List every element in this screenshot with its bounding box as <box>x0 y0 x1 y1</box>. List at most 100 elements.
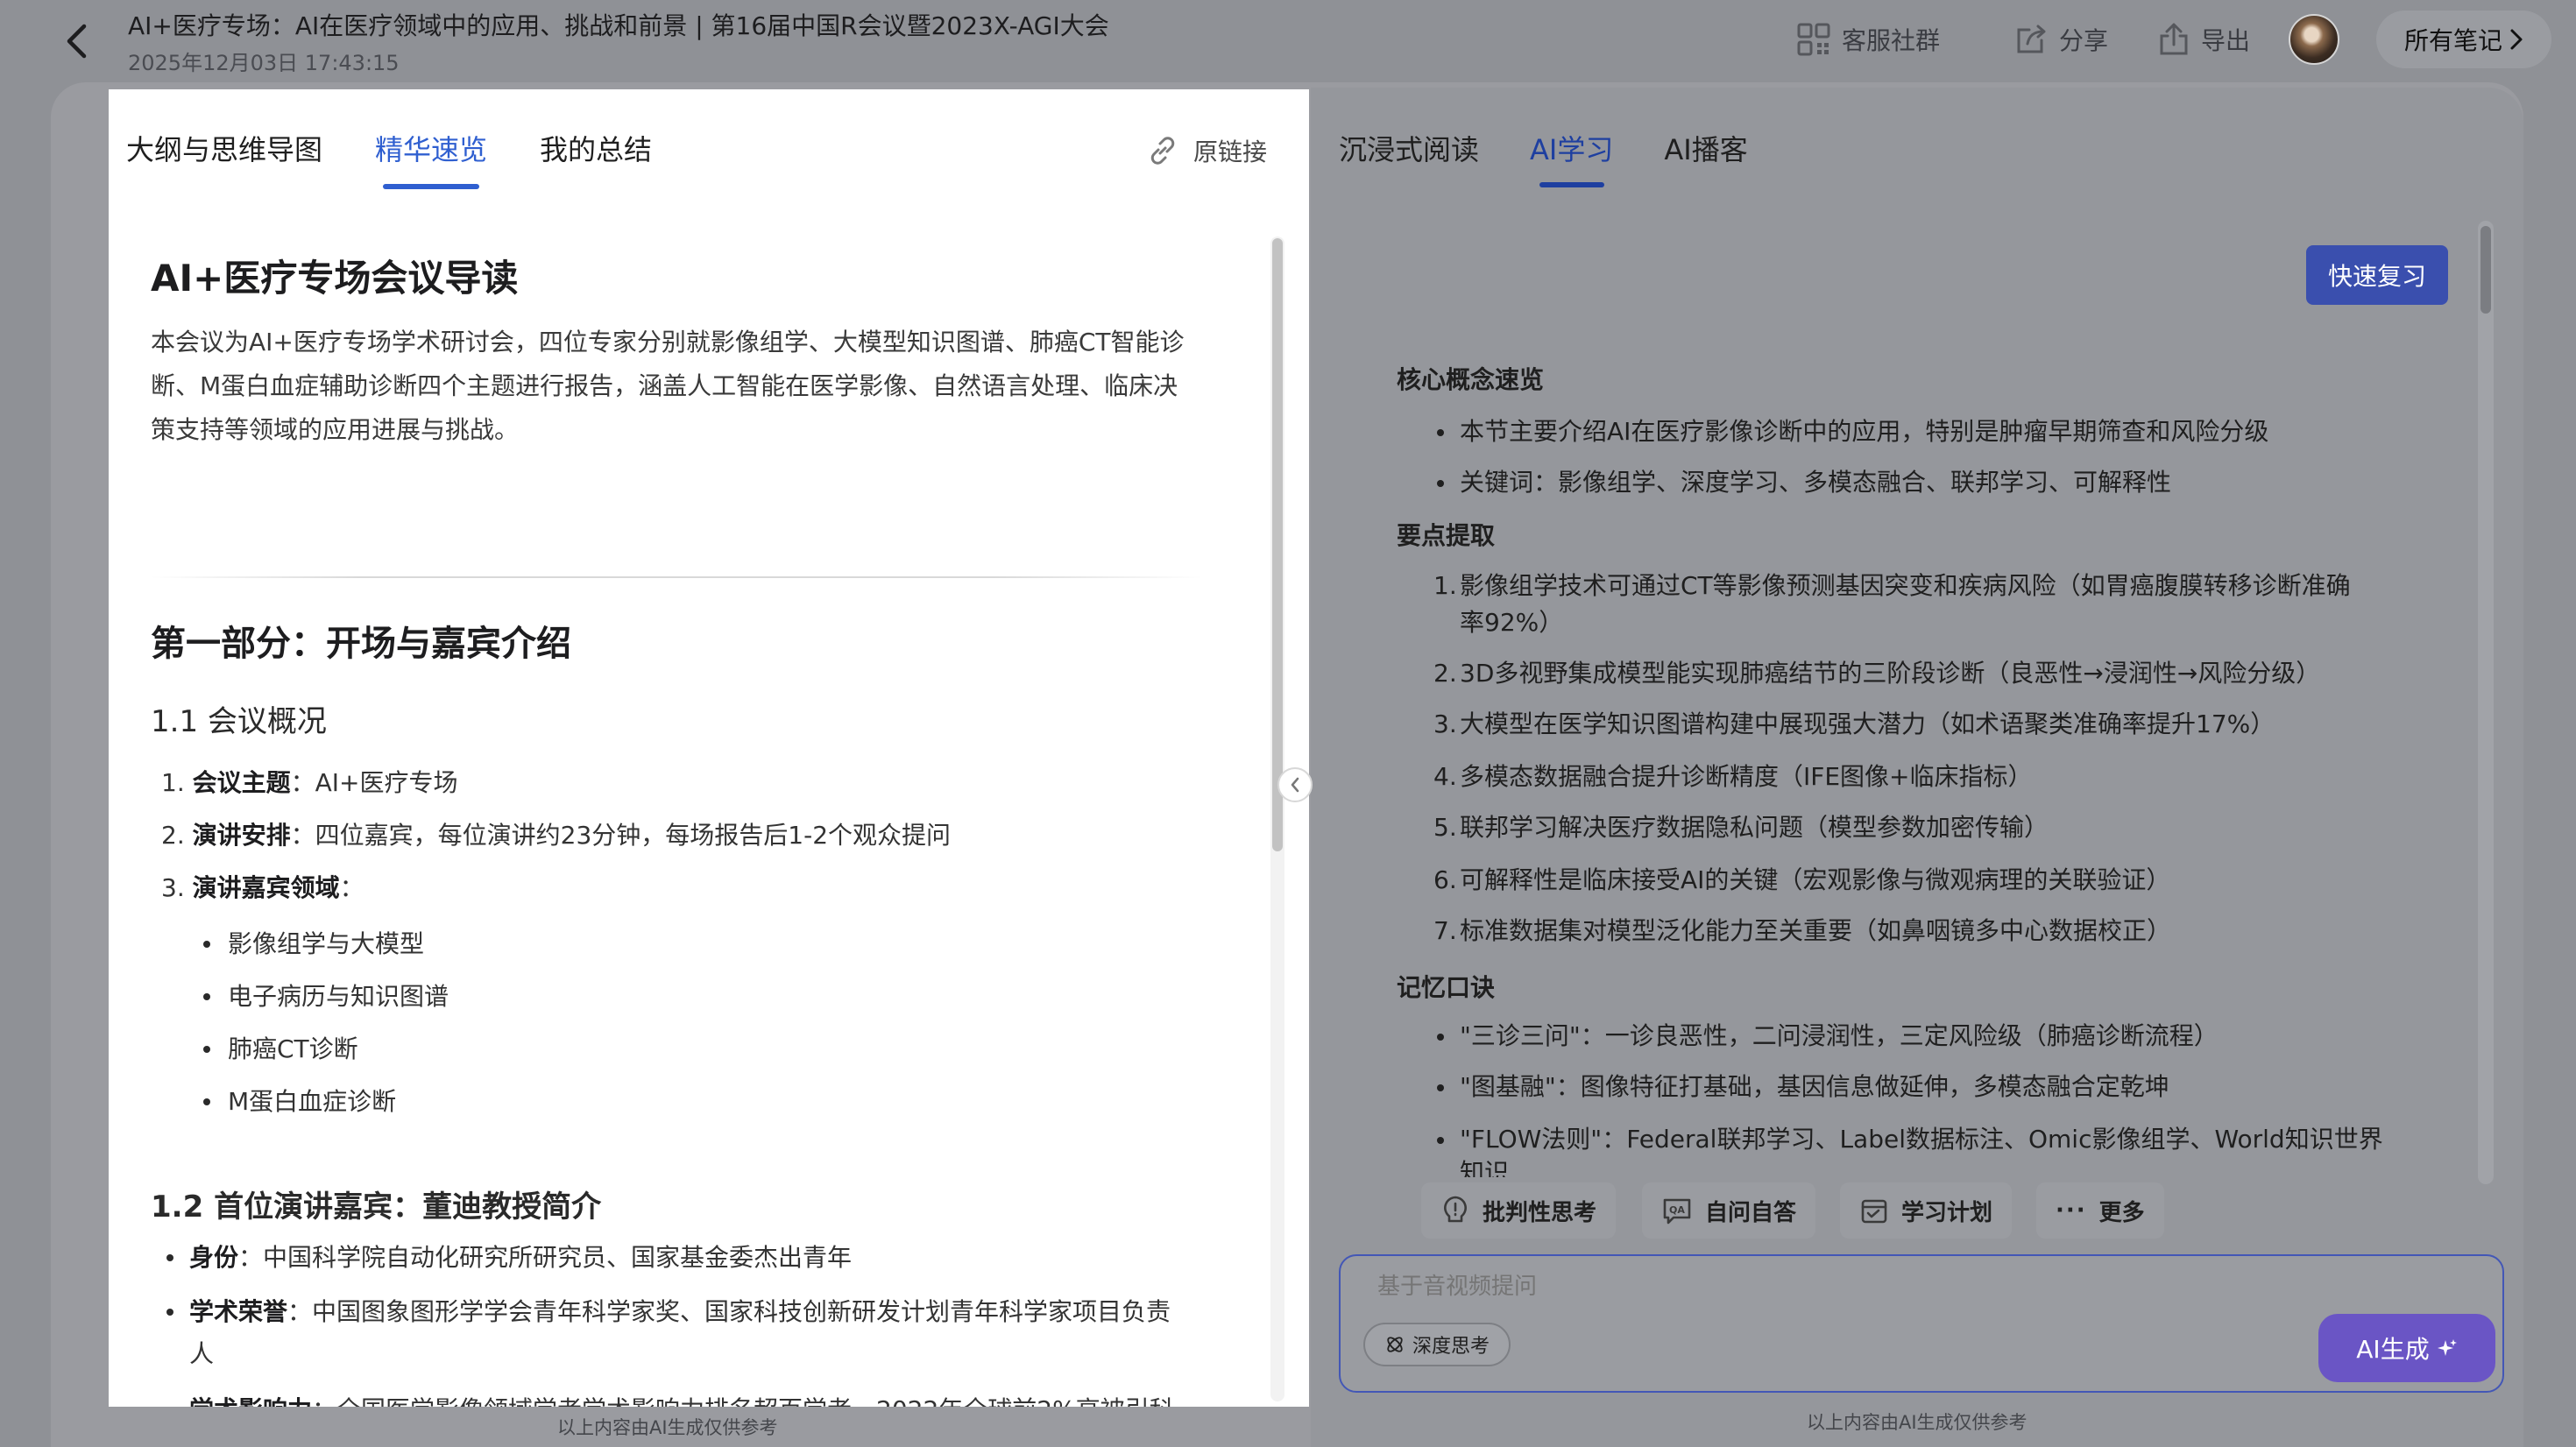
original-link[interactable]: 原链接 <box>1146 133 1267 168</box>
calendar-icon <box>1861 1199 1887 1224</box>
chip-label: 学习计划 <box>1901 1199 1993 1226</box>
export-button[interactable]: 导出 <box>2157 19 2250 60</box>
bullet-dot <box>1437 1084 1444 1091</box>
more-icon: ··· <box>2056 1197 2087 1224</box>
section-divider <box>151 576 1202 578</box>
all-notes-button[interactable]: 所有笔记 <box>2376 11 2551 68</box>
tab-outline-mindmap[interactable]: 大纲与思维导图 <box>126 128 322 168</box>
more-chip[interactable]: ··· 更多 <box>2036 1182 2164 1239</box>
summary-scrollbar-thumb[interactable] <box>1272 238 1283 851</box>
ai-panel-scrollbar-thumb[interactable] <box>2480 226 2491 314</box>
left-footer-note: 以上内容由AI生成仅供参考 <box>557 1417 778 1438</box>
section-heading: 要点提取 <box>1397 521 1496 550</box>
question-input[interactable] <box>1377 1274 2166 1300</box>
quick-review-button[interactable]: 快速复习 <box>2306 245 2448 305</box>
intro-line: 本会议为AI+医疗专场学术研讨会，四位专家分别就影像组学、大模型知识图谱、肺癌C… <box>151 328 1185 356</box>
list-item: 电子病历与知识图谱 <box>228 982 449 1011</box>
bullet-dot <box>203 941 210 948</box>
list-item: 肺癌CT诊断 <box>228 1034 358 1063</box>
bullet-dot <box>1437 480 1444 487</box>
list-item: 1. 会议主题：AI+医疗专场 <box>161 768 458 797</box>
list-item: 1. 影像组学技术可通过CT等影像预测基因突变和疾病风险（如胃癌腹膜转移诊断准确 <box>1433 571 2351 600</box>
back-button[interactable] <box>54 19 98 63</box>
chevron-left-icon <box>67 24 87 59</box>
share-button[interactable]: 分享 <box>2015 19 2108 60</box>
list-item: M蛋白血症诊断 <box>228 1087 397 1116</box>
tab-highlights[interactable]: 精华速览 <box>375 128 487 168</box>
part-heading: 第一部分：开场与嘉宾介绍 <box>151 624 571 664</box>
bullet-dot <box>203 1098 210 1105</box>
upload-icon <box>2160 23 2188 55</box>
ai-generate-button[interactable]: AI生成 <box>2318 1314 2495 1382</box>
link-icon <box>1150 137 1175 165</box>
export-label: 导出 <box>2201 26 2251 55</box>
list-item: 学术荣誉：中国图象图形学学会青年科学家奖、国家科技创新研发计划青年科学家项目负责 <box>189 1297 1171 1326</box>
atom-icon <box>1387 1337 1403 1352</box>
list-item-continued: 知识 <box>1460 1158 1510 1177</box>
tab-ai-podcast[interactable]: AI播客 <box>1664 128 1747 168</box>
bullet-dot <box>203 1046 210 1053</box>
bullet-dot <box>1437 429 1444 436</box>
ai-tabs: 沉浸式阅读 AI学习 AI播客 <box>1339 128 1748 168</box>
summary-panel: 大纲与思维导图 精华速览 我的总结 原链接 AI+医疗专场会议导读 本会议为AI… <box>109 89 1309 1407</box>
list-item: 关键词：影像组学、深度学习、多模态融合、联邦学习、可解释性 <box>1460 468 2172 497</box>
list-item: "图基融"：图像特征打基础，基因信息做延伸，多模态融合定乾坤 <box>1460 1072 2169 1101</box>
self-qa-chip[interactable]: QA 自问自答 <box>1642 1182 1816 1239</box>
chip-label: 批判性思考 <box>1483 1199 1597 1226</box>
list-item: 7. 标准数据集对模型泛化能力至关重要（如鼻咽镜多中心数据校正） <box>1433 916 2172 945</box>
summary-tabs: 大纲与思维导图 精华速览 我的总结 <box>126 128 652 168</box>
list-item: 5. 联邦学习解决医疗数据隐私问题（模型参数加密传输） <box>1433 813 2049 842</box>
critical-thinking-chip[interactable]: 批判性思考 <box>1421 1182 1617 1239</box>
chevron-right-icon <box>2510 29 2523 50</box>
share-label: 分享 <box>2059 26 2109 55</box>
list-item: 4. 多模态数据融合提升诊断精度（IFE图像+临床指标） <box>1433 762 2033 791</box>
sparkle-icon <box>2437 1339 2457 1356</box>
top-bar: AI+医疗专场：AI在医疗领域中的应用、挑战和前景 | 第16届中国R会议暨20… <box>0 0 2576 84</box>
chevron-left-icon <box>1291 777 1299 793</box>
section-heading: 1.2 首位演讲嘉宾：董迪教授简介 <box>151 1189 602 1225</box>
svg-text:QA: QA <box>1669 1204 1685 1216</box>
list-item: 本节主要介绍AI在医疗影像诊断中的应用，特别是肿瘤早期筛查和风险分级 <box>1460 417 2269 446</box>
ai-generate-label: AI生成 <box>2356 1335 2430 1364</box>
intro-line: 策支持等领域的应用进展与挑战。 <box>151 415 520 444</box>
bullet-dot <box>166 1309 173 1316</box>
section-heading: 1.1 会议概况 <box>151 704 327 739</box>
question-input-box: 深度思考 AI生成 <box>1339 1254 2504 1393</box>
qa-bubble-icon: QA <box>1663 1198 1691 1225</box>
doc-intro: 本会议为AI+医疗专场学术研讨会，四位专家分别就影像组学、大模型知识图谱、肺癌C… <box>151 321 1237 452</box>
section-heading: 记忆口诀 <box>1397 973 1496 1002</box>
list-item: 2. 演讲安排：四位嘉宾，每位演讲约23分钟，每场报告后1-2个观众提问 <box>161 821 952 850</box>
deep-think-toggle[interactable]: 深度思考 <box>1363 1323 1511 1366</box>
study-plan-chip[interactable]: 学习计划 <box>1840 1182 2013 1239</box>
list-item: 学术影响力：全国医学影像领域学者学术影响力排名超百学者，2022年全球前2%高被… <box>189 1391 1174 1407</box>
bullet-dot <box>1437 1137 1444 1144</box>
community-button[interactable]: 客服社群 <box>1796 19 1940 60</box>
list-item: 影像组学与大模型 <box>228 929 425 958</box>
list-item: 2. 3D多视野集成模型能实现肺癌结节的三阶段诊断（良恶性→浸润性→风险分级） <box>1433 659 2321 688</box>
list-item: 3. 演讲嘉宾领域： <box>161 873 364 902</box>
bullet-dot <box>166 1254 173 1261</box>
section-heading: 核心概念速览 <box>1397 365 1545 394</box>
bullet-dot <box>203 993 210 1000</box>
all-notes-label: 所有笔记 <box>2403 26 2502 55</box>
collapse-panel-button[interactable] <box>1277 767 1313 802</box>
list-item: 6. 可解释性是临床接受AI的关键（宏观影像与微观病理的关联验证） <box>1433 865 2171 894</box>
list-item: "FLOW法则"：Federal联邦学习、Label数据标注、Omic影像组学、… <box>1460 1125 2383 1154</box>
ai-panel-scrollbar[interactable] <box>2478 221 2494 1184</box>
chip-label: 更多 <box>2098 1199 2145 1226</box>
tab-my-summary[interactable]: 我的总结 <box>540 128 652 168</box>
qr-grid-icon <box>1797 23 1830 56</box>
community-label: 客服社群 <box>1842 26 1941 55</box>
tab-immersive-reading[interactable]: 沉浸式阅读 <box>1339 128 1479 168</box>
right-footer-note: 以上内容由AI生成仅供参考 <box>1807 1412 2028 1433</box>
chip-label: 自问自答 <box>1705 1199 1797 1226</box>
list-item-continued: 人 <box>189 1339 215 1368</box>
list-item: 3. 大模型在医学知识图谱构建中展现强大潜力（如术语聚类准确率提升17%） <box>1433 709 2275 738</box>
document-timestamp: 2025年12月03日 17:43:15 <box>128 51 400 75</box>
tab-ai-learning[interactable]: AI学习 <box>1530 128 1613 168</box>
original-link-label: 原链接 <box>1192 138 1267 166</box>
intro-line: 断、M蛋白血症辅助诊断四个主题进行报告，涵盖人工智能在医学影像、自然语言处理、临… <box>151 371 1178 400</box>
user-avatar[interactable] <box>2289 14 2339 65</box>
list-item: "三诊三问"：一诊良恶性，二问浸润性，三定风险级（肺癌诊断流程） <box>1460 1021 2219 1050</box>
list-item-continued: 率92%） <box>1460 608 1564 637</box>
